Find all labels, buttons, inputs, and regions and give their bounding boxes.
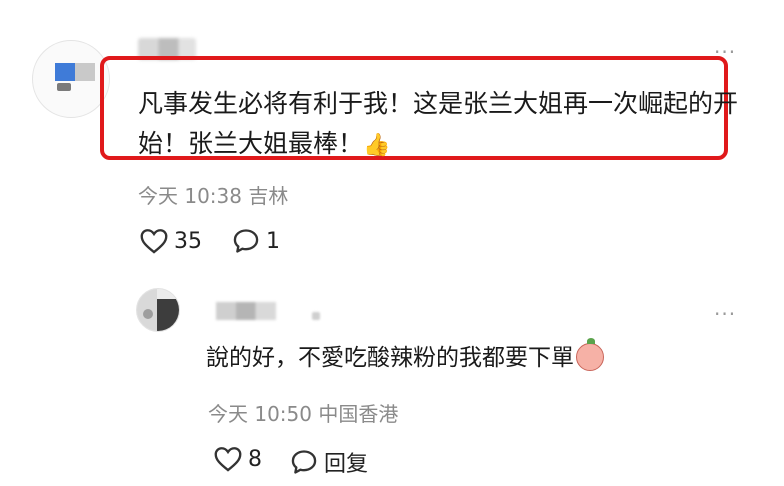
reply-location: 中国香港 [318, 402, 399, 426]
comment-meta: 今天 10:38 吉林 [138, 180, 288, 209]
comment-time: 今天 10:38 [138, 184, 242, 208]
reply-more-options-icon[interactable]: ··· [714, 304, 736, 324]
commenter-avatar[interactable] [32, 40, 110, 118]
replier-name-blurred[interactable] [216, 302, 276, 320]
avatar-blur-block [157, 299, 179, 331]
avatar-blur-block [75, 63, 95, 81]
avatar-blur-block [143, 309, 153, 319]
name-blur-fragment [312, 312, 320, 320]
like-count: 35 [174, 228, 202, 254]
peach-emoji-icon [576, 338, 604, 371]
reply-count: 1 [266, 228, 280, 254]
chat-bubble-icon [290, 449, 318, 475]
avatar-blur-block [57, 83, 71, 91]
reply-like-count: 8 [248, 446, 262, 472]
reply-meta: 今天 10:50 中国香港 [208, 398, 398, 427]
reply-body: 說的好，不愛吃酸辣粉的我都要下單 [206, 345, 574, 371]
replier-avatar[interactable] [136, 288, 180, 332]
comment-text: 凡事发生必将有利于我！这是张兰大姐再一次崛起的开始！张兰大姐最棒！👍 [138, 84, 738, 166]
thumbs-up-emoji: 👍 [363, 133, 391, 158]
avatar-blur-block [55, 63, 75, 81]
heart-icon [140, 228, 168, 254]
chat-bubble-icon [232, 228, 260, 254]
reply-text: 說的好，不愛吃酸辣粉的我都要下單 [206, 338, 604, 376]
reply-count-button[interactable]: 1 [232, 228, 280, 254]
reply-like-button[interactable]: 8 [214, 446, 262, 472]
reply-time: 今天 10:50 [208, 402, 312, 426]
comment-body: 凡事发生必将有利于我！这是张兰大姐再一次崛起的开始！张兰大姐最棒！ [138, 89, 739, 158]
reply-button[interactable]: 回复 [290, 446, 368, 478]
comment-location: 吉林 [248, 184, 289, 208]
reply-label: 回复 [324, 452, 369, 477]
like-button[interactable]: 35 [140, 228, 202, 254]
heart-icon [214, 446, 242, 472]
